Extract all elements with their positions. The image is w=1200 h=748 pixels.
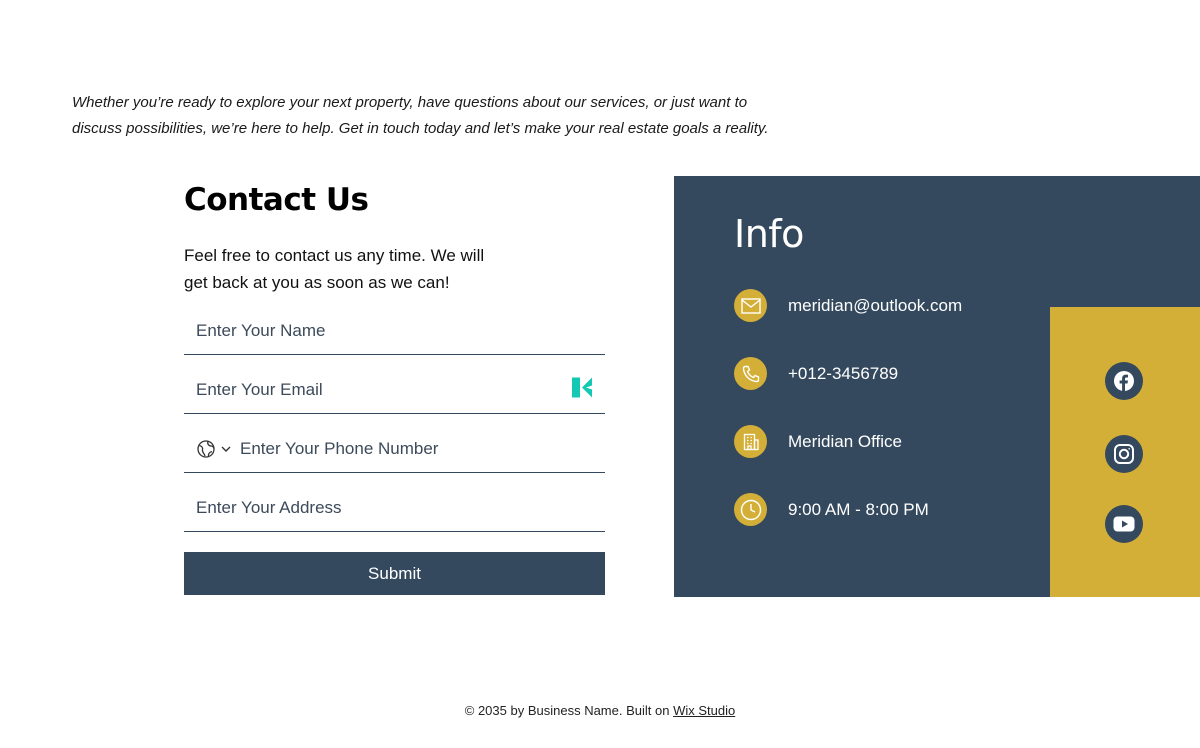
- country-code-selector[interactable]: [196, 439, 232, 459]
- submit-button[interactable]: Submit: [184, 552, 605, 595]
- contact-form: Contact Us Feel free to contact us any t…: [184, 176, 605, 595]
- info-title: Info: [734, 212, 804, 256]
- footer: © 2035 by Business Name. Built on Wix St…: [0, 703, 1200, 718]
- address-field: [184, 485, 605, 532]
- social-strip: [1050, 307, 1200, 597]
- chevron-down-icon: [220, 443, 232, 455]
- autofill-extension-icon[interactable]: [571, 377, 593, 404]
- facebook-icon[interactable]: [1105, 362, 1143, 400]
- wix-studio-link[interactable]: Wix Studio: [673, 703, 735, 718]
- email-input[interactable]: [196, 367, 605, 413]
- info-panel: Info meridian@outlook.com +012-3456789 M…: [674, 176, 1200, 597]
- info-office-row: Meridian Office: [734, 425, 902, 458]
- mail-icon: [734, 289, 767, 322]
- footer-text: © 2035 by Business Name. Built on: [464, 703, 674, 718]
- info-hours-text: 9:00 AM - 8:00 PM: [788, 499, 929, 519]
- phone-field: [184, 426, 605, 473]
- info-email-row: meridian@outlook.com: [734, 289, 962, 322]
- form-description: Feel free to contact us any time. We wil…: [184, 246, 485, 292]
- email-field: [184, 367, 605, 414]
- info-hours-row: 9:00 AM - 8:00 PM: [734, 493, 929, 526]
- name-field: [184, 308, 605, 355]
- intro-paragraph: Whether you’re ready to explore your nex…: [72, 94, 769, 137]
- clock-icon: [734, 493, 767, 526]
- name-input[interactable]: [196, 308, 605, 354]
- address-input[interactable]: [196, 485, 605, 531]
- phone-input[interactable]: [240, 426, 605, 472]
- info-phone-row: +012-3456789: [734, 357, 898, 390]
- info-phone-text[interactable]: +012-3456789: [788, 364, 898, 384]
- instagram-icon[interactable]: [1105, 435, 1143, 473]
- phone-icon: [734, 357, 767, 390]
- contact-page: Whether you’re ready to explore your nex…: [0, 0, 1200, 748]
- globe-icon: [196, 439, 216, 459]
- info-office-text: Meridian Office: [788, 431, 903, 451]
- info-email-text[interactable]: meridian@outlook.com: [788, 296, 962, 316]
- form-title: Contact Us: [184, 182, 369, 218]
- youtube-icon[interactable]: [1105, 505, 1143, 543]
- building-icon: [734, 425, 767, 458]
